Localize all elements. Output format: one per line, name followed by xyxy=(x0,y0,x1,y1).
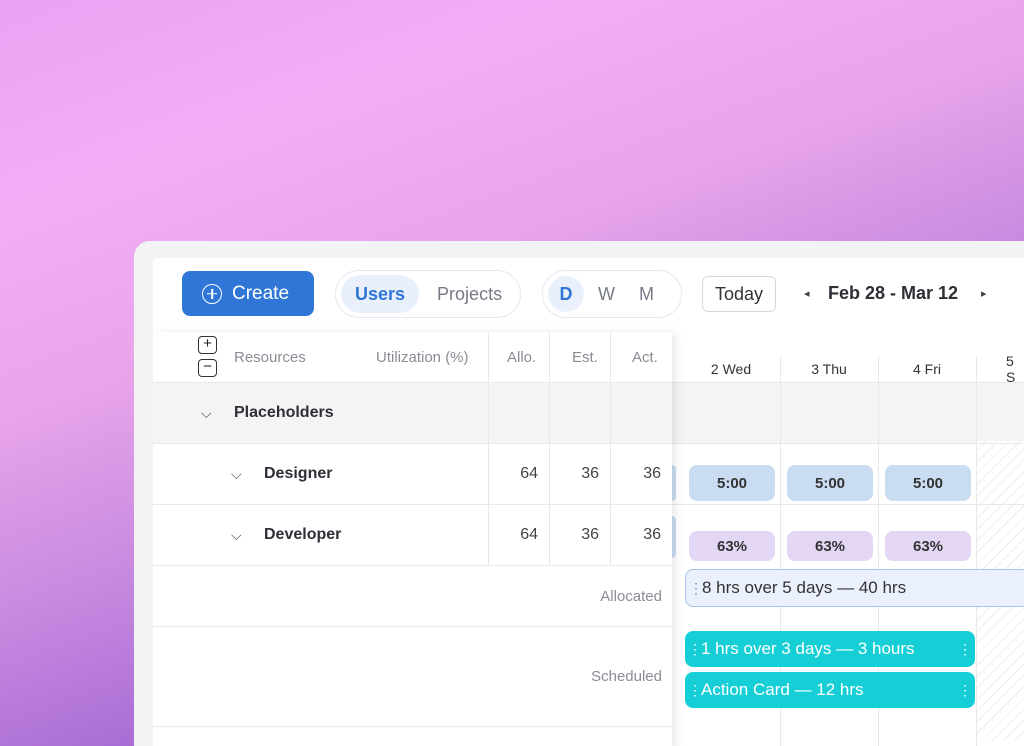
day-header: 3 Thu xyxy=(811,361,847,377)
view-toggle: Users Projects xyxy=(335,270,521,318)
actual-value: 36 xyxy=(643,526,661,543)
hours-pill[interactable]: 5:00 xyxy=(885,465,971,501)
summary-row-allocated: Allocated xyxy=(153,565,672,626)
expand-all-icon[interactable]: + xyxy=(198,336,217,354)
day-header: 5 S xyxy=(1006,353,1016,385)
today-button[interactable]: Today xyxy=(702,276,776,312)
header-utilization[interactable]: Utilization (%) xyxy=(376,332,469,382)
allocated-bar-label: 8 hrs over 5 days — 40 hrs xyxy=(702,578,907,597)
table-row[interactable]: ⌵ Developer 64 36 36 xyxy=(153,504,672,566)
chevron-down-icon[interactable]: ⌵ xyxy=(231,505,242,565)
tab-projects[interactable]: Projects xyxy=(423,275,516,313)
prev-arrow-icon[interactable]: ◂ xyxy=(804,287,810,300)
drag-handle-icon[interactable]: ⋮ xyxy=(688,642,702,656)
scheduled-bar[interactable]: ⋮ 1 hrs over 3 days — 3 hours ⋮ xyxy=(685,631,975,667)
resource-table: + − Resources Utilization (%) Allo. Est.… xyxy=(153,332,672,746)
estimated-value: 36 xyxy=(581,526,599,543)
next-arrow-icon[interactable]: ▸ xyxy=(981,287,987,300)
drag-handle-icon[interactable]: ⋮ xyxy=(689,581,703,595)
scheduled-bar-label: Action Card — 12 hrs xyxy=(701,680,864,699)
table-row[interactable]: ⌵ Designer 64 36 36 xyxy=(153,443,672,505)
summary-row-scheduled: Scheduled xyxy=(153,626,672,726)
allocated-bar[interactable]: ⋮ 8 hrs over 5 days — 40 hrs xyxy=(685,569,1024,607)
timeline-grid: 2 Wed 3 Thu 4 Fri 5 S 5:00 5:00 5:00 63%… xyxy=(668,332,1024,746)
hours-pill[interactable]: 5:00 xyxy=(689,465,775,501)
utilization-pill[interactable]: 63% xyxy=(787,531,873,561)
scheduled-label: Scheduled xyxy=(591,668,662,685)
header-resources[interactable]: Resources xyxy=(234,332,306,382)
tab-day[interactable]: D xyxy=(548,276,584,312)
create-button[interactable]: Create xyxy=(182,271,314,316)
collapse-all-icon[interactable]: − xyxy=(198,359,217,377)
table-row xyxy=(153,726,672,746)
group-band xyxy=(672,382,1024,443)
chevron-down-icon[interactable]: ⌵ xyxy=(231,444,242,504)
allocated-label: Allocated xyxy=(600,587,662,605)
day-header: 4 Fri xyxy=(913,361,941,377)
plus-circle-icon xyxy=(202,283,222,304)
scheduled-bar[interactable]: ⋮ Action Card — 12 hrs ⋮ xyxy=(685,672,975,708)
group-label: Placeholders xyxy=(234,404,334,421)
day-header: 2 Wed xyxy=(710,361,752,377)
actual-value: 36 xyxy=(643,465,661,482)
date-range: Feb 28 - Mar 12 xyxy=(828,283,959,303)
header-actual[interactable]: Act. xyxy=(632,332,658,382)
hours-pill[interactable]: 5:00 xyxy=(787,465,873,501)
period-toggle: D W M xyxy=(542,270,682,318)
resource-name: Developer xyxy=(264,526,342,543)
tab-month[interactable]: M xyxy=(629,275,664,313)
chevron-down-icon[interactable]: ⌵ xyxy=(201,383,212,443)
header-estimated[interactable]: Est. xyxy=(572,332,598,382)
allocated-value: 64 xyxy=(520,465,538,482)
utilization-pill[interactable]: 63% xyxy=(689,531,775,561)
drag-handle-icon[interactable]: ⋮ xyxy=(958,683,972,697)
drag-handle-icon[interactable]: ⋮ xyxy=(688,683,702,697)
header-allocated[interactable]: Allo. xyxy=(507,332,536,382)
group-row-placeholders[interactable]: ⌵ Placeholders xyxy=(153,382,672,444)
table-header: + − Resources Utilization (%) Allo. Est.… xyxy=(153,332,672,382)
resource-name: Designer xyxy=(264,465,333,482)
drag-handle-icon[interactable]: ⋮ xyxy=(958,642,972,656)
scheduled-bar-label: 1 hrs over 3 days — 3 hours xyxy=(701,639,915,658)
tab-week[interactable]: W xyxy=(588,275,625,313)
tab-users[interactable]: Users xyxy=(341,275,420,313)
allocated-value: 64 xyxy=(520,526,538,543)
create-label: Create xyxy=(232,282,290,304)
utilization-pill[interactable]: 63% xyxy=(885,531,971,561)
estimated-value: 36 xyxy=(581,465,599,482)
resource-planner: Create Users Projects D W M Today ◂ Feb … xyxy=(153,258,1024,746)
